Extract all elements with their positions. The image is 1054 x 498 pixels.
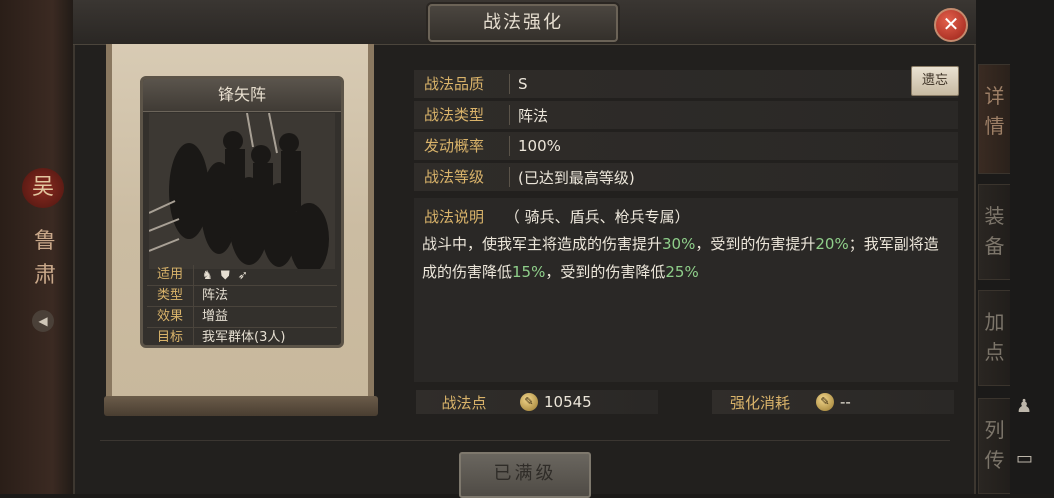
info-row-level: 战法等级 (已达到最高等级) bbox=[414, 163, 958, 191]
scroll-roller bbox=[104, 396, 378, 416]
skill-card: 锋矢阵 适用 ♞ ⛊ ➶ 类型 阵法 效果 增益 目标 我军群体(3人) bbox=[140, 76, 344, 348]
card-row-value: 阵法 bbox=[202, 288, 229, 303]
skill-point-coin-icon: ✎ bbox=[520, 393, 538, 411]
spear-icon: ➶ bbox=[237, 268, 248, 282]
quality-value: S bbox=[518, 75, 528, 93]
skill-card-attributes: 适用 ♞ ⛊ ➶ 类型 阵法 效果 增益 目标 我军群体(3人) bbox=[147, 265, 337, 345]
card-row-key: 类型 bbox=[147, 286, 194, 306]
soldiers-silhouette-image bbox=[148, 112, 335, 275]
desc-part: ，受到的伤害降低 bbox=[545, 263, 666, 281]
info-row-chance: 发动概率 100% bbox=[414, 132, 958, 160]
speaker-icon[interactable]: ◀ bbox=[32, 310, 54, 332]
chance-label: 发动概率 bbox=[414, 136, 510, 156]
type-label: 战法类型 bbox=[414, 105, 510, 125]
forget-button[interactable]: 遗忘 bbox=[911, 66, 959, 96]
skill-card-art bbox=[148, 112, 335, 275]
skill-points-bar: 战法点 ✎ 10545 bbox=[416, 390, 658, 414]
chance-value: 100% bbox=[518, 137, 561, 155]
info-row-type: 战法类型 阵法 bbox=[414, 101, 958, 129]
cavalry-icon: ♞ bbox=[202, 268, 213, 282]
card-row-value: 增益 bbox=[202, 309, 229, 324]
close-icon: ✕ bbox=[942, 12, 960, 36]
desc-highlight: 25% bbox=[665, 263, 699, 281]
divider bbox=[100, 440, 950, 441]
tab-equipment[interactable]: 装备 bbox=[978, 184, 1010, 280]
desc-part: 战斗中，使我军主将造成的伤害提升 bbox=[422, 235, 663, 253]
description-label: 战法说明 bbox=[424, 208, 485, 226]
skill-point-coin-icon: ✎ bbox=[816, 393, 834, 411]
skill-card-name: 锋矢阵 bbox=[143, 79, 341, 112]
person-icon: ♟ bbox=[1016, 396, 1033, 417]
card-row-applicable: 适用 ♞ ⛊ ➶ bbox=[147, 265, 337, 286]
background-left: 吴 鲁肃 ◀ bbox=[0, 0, 75, 494]
card-row-key: 效果 bbox=[147, 307, 194, 327]
desc-highlight: 30% bbox=[662, 235, 696, 253]
shield-icon: ⛊ bbox=[220, 268, 230, 282]
skill-points-value: 10545 bbox=[544, 393, 592, 411]
card-row-value: 我军群体(3人) bbox=[202, 330, 286, 345]
enhance-cost-value: -- bbox=[840, 393, 851, 411]
level-label: 战法等级 bbox=[414, 167, 510, 187]
info-row-quality: 战法品质 S bbox=[414, 70, 958, 98]
quality-label: 战法品质 bbox=[414, 74, 510, 94]
description-restriction: （ 骑兵、盾兵、枪兵专属） bbox=[504, 208, 690, 226]
tab-biography[interactable]: 列传 bbox=[978, 398, 1010, 494]
card-row-target: 目标 我军群体(3人) bbox=[147, 328, 337, 345]
desc-highlight: 15% bbox=[512, 263, 546, 281]
description-box: 战法说明 （ 骑兵、盾兵、枪兵专属） 战斗中，使我军主将造成的伤害提升30%，受… bbox=[414, 198, 958, 382]
general-name: 鲁肃 bbox=[33, 229, 56, 288]
faction-badge: 吴 bbox=[22, 168, 64, 208]
tab-add-points[interactable]: 加点 bbox=[978, 290, 1010, 386]
maxed-level-button[interactable]: 已满级 bbox=[459, 452, 591, 498]
tab-details[interactable]: 详情 bbox=[978, 64, 1010, 174]
desc-part: ，受到的伤害提升 bbox=[695, 235, 816, 253]
window-title: 战法强化 bbox=[428, 4, 618, 42]
enhance-cost-label: 强化消耗 bbox=[729, 393, 790, 412]
skill-points-label: 战法点 bbox=[441, 393, 487, 412]
description-text: 战斗中，使我军主将造成的伤害提升30%，受到的伤害提升20%；我军副将造成的伤害… bbox=[422, 230, 952, 286]
card-row-type: 类型 阵法 bbox=[147, 286, 337, 307]
card-row-key: 适用 bbox=[147, 265, 194, 285]
type-value: 阵法 bbox=[518, 106, 549, 125]
card-row-effect: 效果 增益 bbox=[147, 307, 337, 328]
close-button[interactable]: ✕ bbox=[934, 8, 968, 42]
card-row-key: 目标 bbox=[147, 328, 194, 345]
enhance-cost-bar: 强化消耗 ✎ -- bbox=[712, 390, 954, 414]
level-value: (已达到最高等级) bbox=[518, 168, 635, 187]
desc-highlight: 20% bbox=[815, 235, 849, 253]
chest-icon: ▭ bbox=[1016, 448, 1034, 469]
